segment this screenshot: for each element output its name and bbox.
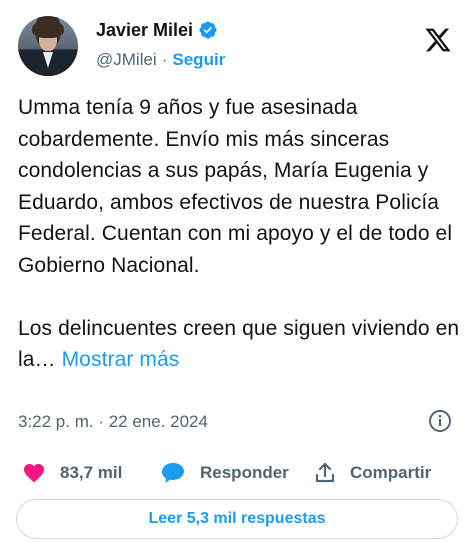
- heart-icon: [24, 464, 44, 483]
- share-button[interactable]: Compartir: [314, 458, 431, 488]
- info-icon[interactable]: [428, 409, 452, 433]
- avatar[interactable]: [18, 16, 78, 76]
- tweet-header: Javier Milei @JMilei · Seguir: [14, 12, 460, 76]
- display-name[interactable]: Javier Milei: [96, 20, 193, 41]
- tweet-timestamp[interactable]: 3:22 p. m. · 22 ene. 2024: [18, 410, 208, 434]
- like-count: 83,7 mil: [60, 463, 123, 482]
- handle-row: @JMilei · Seguir: [96, 49, 225, 71]
- follow-button[interactable]: Seguir: [172, 50, 225, 70]
- tweet-paragraph-2: Los delincuentes creen que siguen vivien…: [18, 313, 463, 376]
- like-button[interactable]: 83,7 mil: [22, 458, 122, 488]
- share-label: Compartir: [350, 463, 432, 482]
- reply-label: Responder: [200, 463, 289, 482]
- x-logo-icon[interactable]: [423, 26, 453, 54]
- reply-button[interactable]: Responder: [160, 458, 289, 488]
- action-bar: 83,7 mil Responder Compartir: [18, 458, 458, 488]
- avatar-hair: [32, 20, 64, 38]
- comment-bubble-icon: [162, 463, 184, 483]
- tweet-paragraph-1: Umma tenía 9 años y fue asesinada cobard…: [18, 96, 453, 277]
- read-replies-button[interactable]: Leer 5,3 mil respuestas: [16, 499, 458, 539]
- handle[interactable]: @JMilei: [96, 50, 157, 70]
- show-more-link[interactable]: Mostrar más: [62, 348, 180, 371]
- tweet-card: Javier Milei @JMilei · Seguir Umma tenía…: [0, 0, 474, 542]
- share-icon: [315, 462, 335, 483]
- verified-badge-icon: [199, 21, 217, 39]
- tweet-text: Umma tenía 9 años y fue asesinada cobard…: [18, 92, 463, 376]
- name-row: Javier Milei: [96, 18, 218, 42]
- separator-dot: ·: [161, 50, 168, 69]
